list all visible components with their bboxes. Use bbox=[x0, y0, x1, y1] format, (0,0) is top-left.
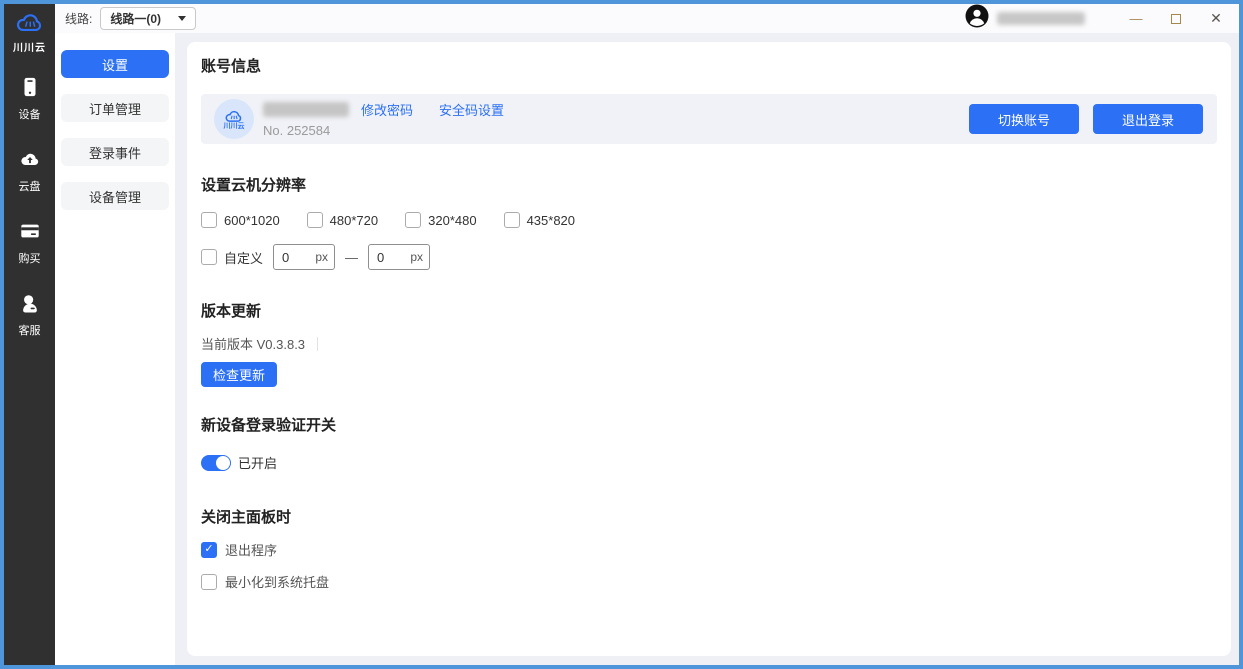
resolution-option-label: 320*480 bbox=[428, 213, 476, 228]
menu-item-orders[interactable]: 订单管理 bbox=[61, 94, 169, 122]
change-password-link[interactable]: 修改密码 bbox=[361, 100, 413, 119]
main-area: 账号信息 川川云 修改密码 安全码设置 No. 252584 bbox=[175, 33, 1239, 665]
resolution-option: ✓ 320*480 bbox=[405, 212, 476, 228]
switch-account-button[interactable]: 切换账号 bbox=[969, 104, 1079, 134]
exit-program-checkbox[interactable]: ✓ bbox=[201, 542, 217, 558]
resolution-section-title: 设置云机分辨率 bbox=[201, 174, 1217, 195]
nav-label: 购买 bbox=[19, 250, 41, 266]
verification-section-title: 新设备登录验证开关 bbox=[201, 414, 1217, 435]
custom-resolution-row: ✓ 自定义 0 px — 0 px bbox=[201, 244, 1217, 270]
nav-item-cloud-disk[interactable]: 云盘 bbox=[19, 148, 41, 194]
resolution-checkbox-320x480[interactable]: ✓ bbox=[405, 212, 421, 228]
divider bbox=[317, 337, 318, 351]
account-info: 修改密码 安全码设置 No. 252584 bbox=[263, 100, 504, 138]
close-panel-section-title: 关闭主面板时 bbox=[201, 506, 1217, 527]
dimension-separator: — bbox=[345, 250, 358, 265]
account-section-title: 账号信息 bbox=[201, 55, 1217, 76]
menu-label: 订单管理 bbox=[89, 99, 141, 118]
menu-item-login-events[interactable]: 登录事件 bbox=[61, 138, 169, 166]
custom-resolution-label: 自定义 bbox=[224, 248, 263, 267]
nav-item-purchase[interactable]: 购买 bbox=[19, 220, 41, 266]
close-option-exit: ✓ 退出程序 bbox=[201, 540, 1217, 559]
check-icon: ✓ bbox=[204, 544, 213, 555]
nav-label: 客服 bbox=[19, 322, 41, 338]
resolution-option: ✓ 480*720 bbox=[307, 212, 378, 228]
support-icon bbox=[19, 292, 41, 319]
resolution-option-label: 480*720 bbox=[330, 213, 378, 228]
account-name-masked bbox=[263, 102, 349, 117]
line-label: 线路: bbox=[65, 10, 92, 27]
menu-label: 登录事件 bbox=[89, 143, 141, 162]
menu-item-device-management[interactable]: 设备管理 bbox=[61, 182, 169, 210]
nav-item-support[interactable]: 客服 bbox=[19, 292, 41, 338]
nav-label: 云盘 bbox=[19, 178, 41, 194]
exit-program-label: 退出程序 bbox=[225, 540, 277, 559]
version-line: 当前版本 V0.3.8.3 bbox=[201, 334, 1217, 353]
cloud-logo-icon bbox=[15, 11, 45, 38]
unit-label: px bbox=[315, 250, 328, 264]
verification-status-label: 已开启 bbox=[238, 453, 277, 472]
user-avatar[interactable] bbox=[965, 4, 989, 33]
account-actions: 切换账号 退出登录 bbox=[955, 104, 1203, 134]
minimize-button[interactable]: — bbox=[1123, 8, 1149, 30]
menu-label: 设备管理 bbox=[89, 187, 141, 206]
current-version-text: 当前版本 V0.3.8.3 bbox=[201, 334, 305, 353]
settings-menu: 设置 订单管理 登录事件 设备管理 bbox=[55, 33, 175, 665]
resolution-checkbox-435x820[interactable]: ✓ bbox=[504, 212, 520, 228]
resolution-checkbox-600x1020[interactable]: ✓ bbox=[201, 212, 217, 228]
close-button[interactable]: ✕ bbox=[1203, 8, 1229, 30]
brand-name: 川川云 bbox=[13, 39, 46, 54]
brand-logo: 川川云 bbox=[13, 4, 46, 54]
resolution-checkbox-480x720[interactable]: ✓ bbox=[307, 212, 323, 228]
line-select-value: 线路一(0) bbox=[110, 10, 161, 27]
resolution-option: ✓ 600*1020 bbox=[201, 212, 280, 228]
verification-toggle-row: 已开启 bbox=[201, 453, 1217, 472]
titlebar-right: — ✕ bbox=[965, 4, 1229, 33]
version-section-title: 版本更新 bbox=[201, 300, 1217, 321]
custom-resolution-checkbox[interactable]: ✓ bbox=[201, 249, 217, 265]
close-icon: ✕ bbox=[1210, 10, 1222, 27]
check-update-button[interactable]: 检查更新 bbox=[201, 362, 277, 387]
close-option-minimize-tray: ✓ 最小化到系统托盘 bbox=[201, 572, 1217, 591]
minimize-icon: — bbox=[1130, 11, 1143, 26]
chevron-down-icon bbox=[178, 16, 186, 21]
menu-label: 设置 bbox=[102, 55, 128, 74]
window-controls: — ✕ bbox=[1109, 8, 1229, 30]
primary-nav: 设备 云盘 购买 bbox=[19, 76, 41, 364]
account-avatar: 川川云 bbox=[214, 99, 254, 139]
custom-width-input[interactable]: 0 px bbox=[273, 244, 335, 270]
account-avatar-brand: 川川云 bbox=[224, 123, 245, 130]
custom-height-input[interactable]: 0 px bbox=[368, 244, 430, 270]
unit-label: px bbox=[410, 250, 423, 264]
account-number: No. 252584 bbox=[263, 123, 504, 138]
custom-width-value: 0 bbox=[282, 250, 289, 265]
cloud-disk-icon bbox=[19, 148, 41, 175]
app-window: 川川云 设备 云 bbox=[0, 0, 1243, 669]
maximize-icon bbox=[1171, 14, 1181, 24]
titlebar: 线路: 线路一(0) — ✕ bbox=[55, 4, 1239, 33]
maximize-button[interactable] bbox=[1163, 8, 1189, 30]
resolution-options-row: ✓ 600*1020 ✓ 480*720 ✓ 320*480 ✓ 435*820 bbox=[201, 212, 1217, 228]
line-select[interactable]: 线路一(0) bbox=[100, 7, 196, 30]
account-panel: 川川云 修改密码 安全码设置 No. 252584 切换账号 退出登录 bbox=[201, 94, 1217, 144]
verification-toggle[interactable] bbox=[201, 455, 231, 471]
username-masked bbox=[997, 12, 1085, 25]
logout-button[interactable]: 退出登录 bbox=[1093, 104, 1203, 134]
resolution-option-label: 435*820 bbox=[527, 213, 575, 228]
nav-label: 设备 bbox=[19, 106, 41, 122]
toggle-knob bbox=[216, 456, 230, 470]
purchase-icon bbox=[19, 220, 41, 247]
nav-item-devices[interactable]: 设备 bbox=[19, 76, 41, 122]
minimize-tray-checkbox[interactable]: ✓ bbox=[201, 574, 217, 590]
resolution-option: ✓ 435*820 bbox=[504, 212, 575, 228]
resolution-option-label: 600*1020 bbox=[224, 213, 280, 228]
menu-item-settings[interactable]: 设置 bbox=[61, 50, 169, 78]
settings-card: 账号信息 川川云 修改密码 安全码设置 No. 252584 bbox=[187, 42, 1231, 656]
security-code-link[interactable]: 安全码设置 bbox=[439, 100, 504, 119]
primary-sidebar: 川川云 设备 云 bbox=[4, 4, 55, 665]
minimize-tray-label: 最小化到系统托盘 bbox=[225, 572, 329, 591]
custom-height-value: 0 bbox=[377, 250, 384, 265]
device-icon bbox=[19, 76, 41, 103]
